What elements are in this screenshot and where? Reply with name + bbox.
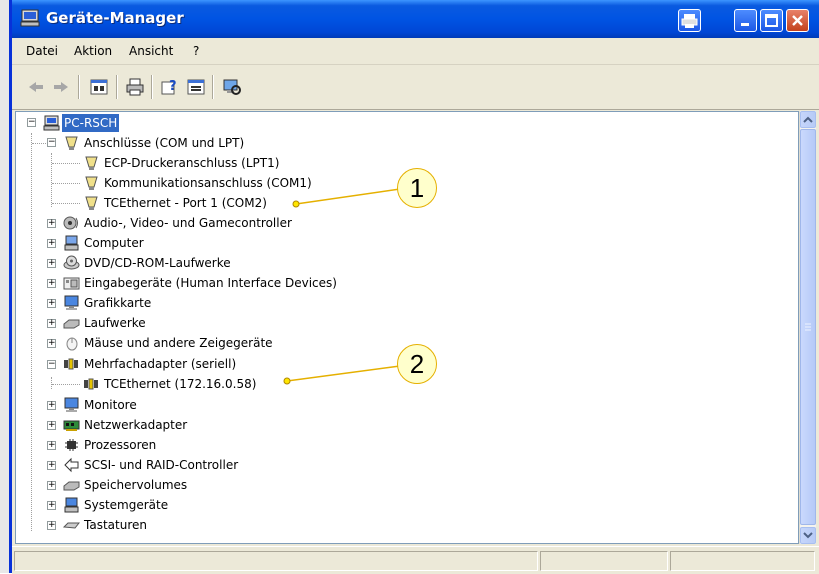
callout-1: 1 — [397, 168, 437, 208]
toolbar-separator — [116, 75, 118, 99]
properties-icon[interactable] — [89, 78, 109, 96]
status-pane — [14, 551, 538, 571]
maximize-button[interactable] — [760, 9, 783, 32]
toolbar-separator — [78, 75, 80, 99]
window-title: Geräte-Manager — [46, 9, 184, 27]
scroll-down-button[interactable] — [800, 527, 816, 544]
menu-datei[interactable]: Datei — [26, 44, 58, 58]
forward-icon[interactable] — [51, 78, 71, 96]
print-icon — [681, 14, 698, 28]
scroll-up-button[interactable] — [800, 111, 816, 128]
status-bar — [12, 546, 819, 574]
chevron-down-icon — [803, 532, 813, 539]
status-pane — [670, 551, 815, 571]
menu-help[interactable]: ? — [193, 44, 199, 58]
close-icon — [792, 15, 803, 26]
close-button[interactable] — [786, 9, 809, 32]
print-icon[interactable] — [125, 78, 145, 96]
menu-ansicht[interactable]: Ansicht — [129, 44, 173, 58]
device-tree[interactable]: − PC-RSCH − Anschlüsse (COM und LPT) ECP… — [15, 111, 799, 544]
grip-icon — [805, 323, 811, 331]
vertical-scrollbar[interactable] — [799, 111, 816, 544]
toolbar-separator — [151, 75, 153, 99]
scan-hardware-icon[interactable] — [222, 78, 242, 96]
menu-aktion[interactable]: Aktion — [74, 44, 112, 58]
computer-icon — [20, 9, 40, 27]
title-bar[interactable]: Geräte-Manager — [12, 0, 819, 38]
maximize-icon — [765, 14, 778, 27]
menu-bar: Datei Aktion Ansicht ? — [12, 38, 819, 65]
help-icon[interactable]: ? — [160, 78, 180, 96]
back-icon[interactable] — [26, 78, 46, 96]
callout-2: 2 — [397, 344, 437, 384]
view-icon[interactable] — [186, 78, 206, 96]
scroll-thumb[interactable] — [800, 129, 816, 525]
title-print-button[interactable] — [678, 9, 701, 32]
svg-text:?: ? — [169, 79, 177, 94]
toolbar-separator — [212, 75, 214, 99]
minimize-button[interactable] — [734, 9, 757, 32]
device-manager-window: Geräte-Manager Datei Aktion Ansicht ? ? — [9, 0, 819, 574]
minimize-icon — [741, 23, 749, 26]
chevron-up-icon — [803, 116, 813, 123]
toolbar: ? — [12, 65, 819, 110]
status-pane — [540, 551, 668, 571]
